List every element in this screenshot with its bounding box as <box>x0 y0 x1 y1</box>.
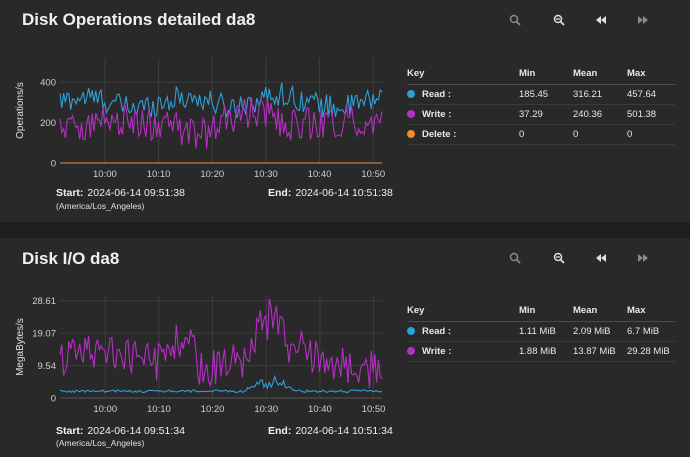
col-min: Min <box>519 305 573 322</box>
series-color-dot <box>407 327 415 335</box>
zoom-in-icon[interactable] <box>505 10 525 30</box>
y-tick-label: 0 <box>51 159 56 170</box>
start-time: Start: 2024-06-14 09:51:34 <box>56 425 185 437</box>
series-line-read <box>59 82 383 119</box>
x-tick-label: 10:50 <box>362 404 386 415</box>
col-key: Key <box>407 305 519 322</box>
max-value: 501.38 <box>627 104 675 125</box>
series-name: Read : <box>422 326 452 337</box>
fast-forward-icon[interactable] <box>633 248 653 268</box>
y-tick-label: 400 <box>40 78 56 89</box>
series-line-write <box>59 298 383 389</box>
x-tick-label: 10:20 <box>201 404 225 415</box>
series-color-dot <box>407 90 415 98</box>
col-mean: Mean <box>573 68 627 85</box>
x-tick-label: 10:10 <box>147 169 171 180</box>
series-color-dot <box>407 347 415 355</box>
max-value: 6.7 MiB <box>627 321 675 342</box>
io-stats-table: Key Min Mean Max Read : 1.11 MiB 2.09 MiB 6… <box>407 305 675 362</box>
y-axis-label: MegaBytes/s <box>15 318 26 376</box>
zoom-out-icon[interactable] <box>549 10 569 30</box>
disk-operations-card: Disk Operations detailed da8 Operations/… <box>0 0 690 222</box>
io-line-chart[interactable]: MegaBytes/s 0 9.54 19.07 28.61 10:00 10:10 10:2… <box>0 238 390 423</box>
col-max: Max <box>627 68 675 85</box>
x-tick-label: 10:00 <box>93 404 117 415</box>
y-tick-label: 19.07 <box>32 329 56 340</box>
min-value: 1.11 MiB <box>519 321 573 342</box>
operations-line-chart[interactable]: Operations/s 0 200 400 10:00 10:10 10:20 10:30 1… <box>0 0 390 185</box>
x-tick-label: 10:20 <box>200 169 224 180</box>
max-value: 29.28 MiB <box>627 341 675 362</box>
series-name: Write : <box>422 346 452 357</box>
mean-value: 316.21 <box>573 84 627 105</box>
y-tick-label: 9.54 <box>38 361 57 372</box>
operations-stats-table: Key Min Mean Max Read : 185.45 316.21 457.6… <box>407 68 675 145</box>
col-min: Min <box>519 68 573 85</box>
legend-key[interactable]: Delete : <box>407 124 519 145</box>
mean-value: 2.09 MiB <box>573 321 627 342</box>
legend-row: Write : 37.29 240.36 501.38 <box>407 104 675 125</box>
y-tick-label: 200 <box>40 118 56 129</box>
max-value: 457.64 <box>627 84 675 105</box>
mean-value: 0 <box>573 124 627 145</box>
x-tick-label: 10:50 <box>361 169 385 180</box>
series-name: Read : <box>422 89 452 100</box>
x-tick-label: 10:30 <box>254 169 278 180</box>
end-time: End: 2024-06-14 10:51:38 <box>268 187 393 199</box>
disk-io-card: Disk I/O da8 MegaBytes/s 0 9.54 19.07 28.61 1… <box>0 238 690 457</box>
timezone-label: (America/Los_Angeles) <box>56 201 145 211</box>
zoom-out-icon[interactable] <box>549 248 569 268</box>
legend-row: Read : 185.45 316.21 457.64 <box>407 84 675 105</box>
x-tick-label: 10:40 <box>308 404 332 415</box>
legend-key[interactable]: Write : <box>407 104 519 125</box>
min-value: 1.88 MiB <box>519 341 573 362</box>
rewind-icon[interactable] <box>591 248 611 268</box>
col-max: Max <box>627 305 675 322</box>
y-tick-label: 0 <box>51 394 56 405</box>
y-tick-label: 28.61 <box>32 296 56 307</box>
end-time: End: 2024-06-14 10:51:34 <box>268 425 393 437</box>
legend-key[interactable]: Read : <box>407 84 519 105</box>
min-value: 185.45 <box>519 84 573 105</box>
y-axis-label: Operations/s <box>15 82 26 139</box>
mean-value: 240.36 <box>573 104 627 125</box>
rewind-icon[interactable] <box>591 10 611 30</box>
x-tick-label: 10:30 <box>254 404 278 415</box>
mean-value: 13.87 MiB <box>573 341 627 362</box>
zoom-in-icon[interactable] <box>505 248 525 268</box>
x-tick-label: 10:00 <box>93 169 117 180</box>
min-value: 0 <box>519 124 573 145</box>
x-tick-label: 10:10 <box>147 404 171 415</box>
max-value: 0 <box>627 124 675 145</box>
legend-row: Read : 1.11 MiB 2.09 MiB 6.7 MiB <box>407 321 675 342</box>
series-name: Write : <box>422 109 452 120</box>
legend-key[interactable]: Read : <box>407 321 519 342</box>
series-name: Delete : <box>422 129 457 140</box>
legend-row: Write : 1.88 MiB 13.87 MiB 29.28 MiB <box>407 341 675 362</box>
timezone-label: (America/Los_Angeles) <box>56 438 145 448</box>
series-color-dot <box>407 130 415 138</box>
series-color-dot <box>407 110 415 118</box>
legend-key[interactable]: Write : <box>407 341 519 362</box>
x-tick-label: 10:40 <box>308 169 332 180</box>
legend-row: Delete :000 <box>407 124 675 145</box>
col-key: Key <box>407 68 519 85</box>
col-mean: Mean <box>573 305 627 322</box>
start-time: Start: 2024-06-14 09:51:38 <box>56 187 185 199</box>
fast-forward-icon[interactable] <box>633 10 653 30</box>
min-value: 37.29 <box>519 104 573 125</box>
